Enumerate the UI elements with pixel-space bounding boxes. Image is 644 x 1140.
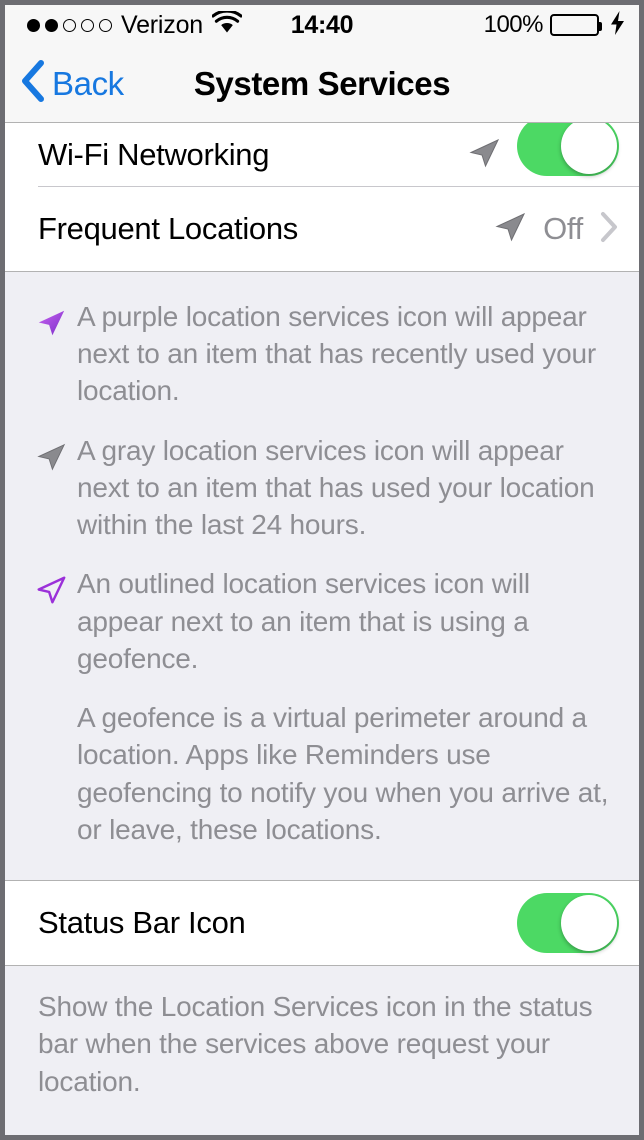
battery-nub	[598, 22, 602, 31]
row-accessory: Off	[493, 210, 619, 249]
page-title: System Services	[193, 64, 451, 102]
battery-percent-label: 100%	[483, 11, 544, 38]
status-bar: Verizon 14:40 100%	[5, 5, 639, 45]
lightning-bolt-icon	[610, 10, 625, 40]
location-arrow-purple-filled-icon	[35, 298, 77, 344]
row-accessory	[467, 123, 619, 176]
status-bar-icon-footer: Show the Location Services icon in the s…	[5, 966, 639, 1100]
toggle-knob	[561, 123, 617, 174]
location-arrow-gray-icon	[467, 136, 501, 175]
system-services-group: Wi-Fi Networking Frequent Locations Off	[5, 123, 639, 271]
location-arrow-purple-outlined-icon	[35, 565, 77, 611]
status-bar-right: 100%	[483, 10, 625, 40]
location-icon-legend: A purple location services icon will app…	[5, 272, 639, 881]
legend-item-gray: A gray location services icon will appea…	[35, 432, 609, 544]
row-wifi-networking[interactable]: Wi-Fi Networking	[5, 123, 639, 187]
row-title: Status Bar Icon	[38, 905, 246, 941]
legend-item-purple: A purple location services icon will app…	[35, 298, 609, 410]
row-frequent-locations[interactable]: Frequent Locations Off	[5, 187, 639, 271]
row-value: Off	[543, 211, 583, 246]
navigation-bar: Back System Services	[5, 45, 639, 123]
settings-scroll-view[interactable]: Wi-Fi Networking Frequent Locations Off …	[5, 123, 639, 1134]
toggle-knob	[561, 895, 617, 952]
geofence-description: A geofence is a virtual perimeter around…	[77, 702, 609, 845]
status-bar-icon-group: Status Bar Icon	[5, 881, 639, 966]
row-title: Frequent Locations	[38, 211, 298, 246]
legend-item-text: An outlined location services icon will …	[77, 568, 530, 674]
location-arrow-gray-icon	[493, 210, 527, 249]
legend-item-text: A gray location services icon will appea…	[77, 434, 595, 541]
legend-item-text: A purple location services icon will app…	[77, 301, 597, 407]
toggle-status-bar-icon[interactable]	[517, 893, 619, 954]
battery-icon	[550, 14, 602, 36]
row-title: Wi-Fi Networking	[38, 137, 270, 172]
location-arrow-gray-filled-icon	[35, 432, 77, 478]
iphone-screen: Verizon 14:40 100% Back System Services …	[5, 5, 639, 1135]
row-status-bar-icon[interactable]: Status Bar Icon	[5, 881, 639, 966]
toggle-wifi-networking[interactable]	[517, 123, 619, 176]
legend-item-outlined: An outlined location services icon will …	[35, 565, 609, 677]
chevron-right-icon	[599, 210, 619, 249]
